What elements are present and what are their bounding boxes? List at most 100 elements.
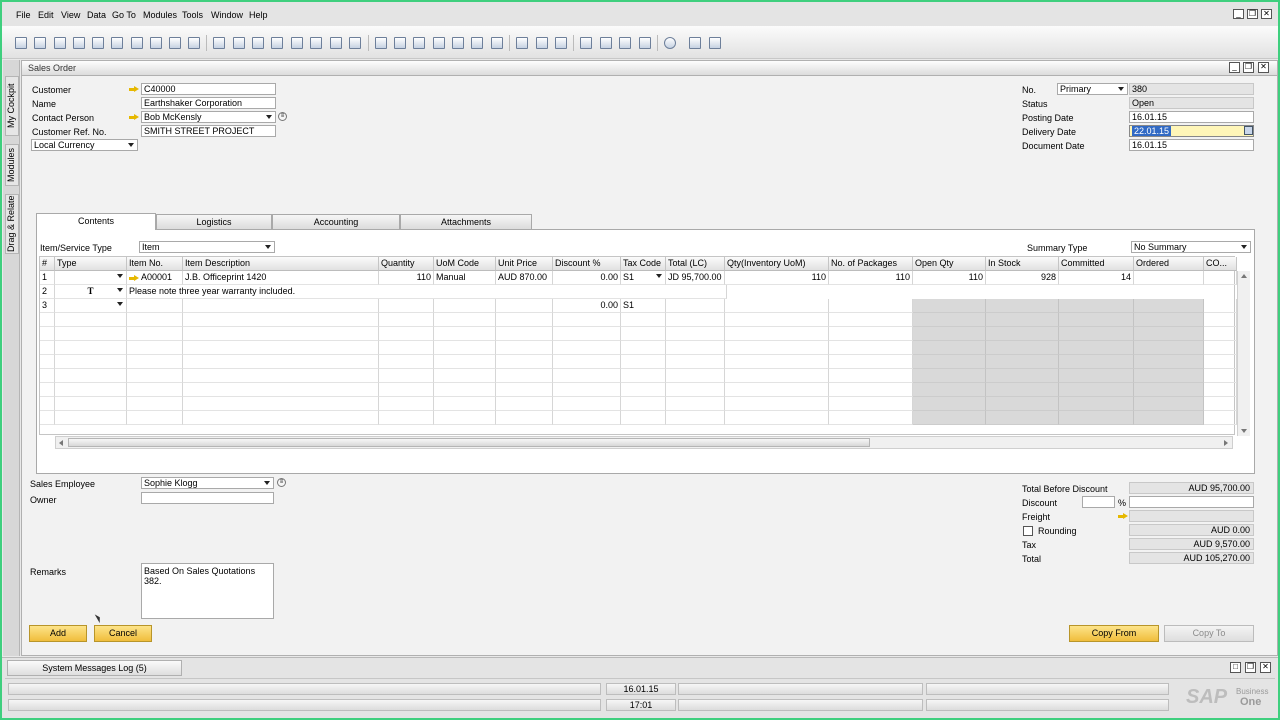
empty-cell[interactable] (553, 327, 621, 341)
empty-cell[interactable] (40, 397, 55, 411)
empty-cell[interactable] (621, 355, 666, 369)
empty-cell[interactable] (496, 397, 553, 411)
row-total-lc[interactable] (666, 299, 725, 313)
menu-goto[interactable]: Go To (112, 10, 136, 20)
tab-accounting[interactable]: Accounting (272, 214, 400, 230)
column-header-uom-code[interactable]: UoM Code (434, 257, 496, 271)
empty-cell[interactable] (986, 411, 1059, 425)
empty-cell[interactable] (725, 341, 829, 355)
row-item-description[interactable] (183, 299, 379, 313)
edit-icon[interactable] (516, 37, 528, 49)
empty-cell[interactable] (40, 327, 55, 341)
empty-cell[interactable] (621, 313, 666, 327)
empty-cell[interactable] (829, 341, 913, 355)
discount-amount-field[interactable] (1129, 496, 1254, 508)
column-header-co[interactable]: CO... (1204, 257, 1237, 271)
base-document-icon[interactable] (375, 37, 387, 49)
empty-cell[interactable] (379, 411, 434, 425)
empty-cell[interactable] (666, 341, 725, 355)
copy-from-button[interactable]: Copy From (1069, 625, 1159, 642)
empty-cell[interactable] (621, 383, 666, 397)
empty-cell[interactable] (913, 369, 986, 383)
row-type-dropdown[interactable] (55, 271, 127, 285)
empty-cell[interactable] (913, 341, 986, 355)
empty-cell[interactable] (666, 369, 725, 383)
empty-cell[interactable] (1134, 411, 1204, 425)
find-icon[interactable] (213, 37, 225, 49)
empty-cell[interactable] (55, 411, 127, 425)
empty-cell[interactable] (434, 411, 496, 425)
empty-cell[interactable] (666, 313, 725, 327)
empty-cell[interactable] (1204, 369, 1237, 383)
sms-icon[interactable] (73, 37, 85, 49)
scroll-down-icon[interactable] (1241, 429, 1247, 433)
empty-cell[interactable] (725, 313, 829, 327)
row-uom-code[interactable]: Manual (434, 271, 496, 285)
row-discount[interactable]: 0.00 (553, 299, 621, 313)
series-dropdown[interactable]: Primary (1057, 83, 1128, 95)
empty-cell[interactable] (829, 411, 913, 425)
item-service-type-dropdown[interactable]: Item (139, 241, 275, 253)
menu-window[interactable]: Window (211, 10, 243, 20)
menu-tools[interactable]: Tools (182, 10, 203, 20)
link-arrow-icon[interactable] (129, 275, 139, 282)
row-packages[interactable] (829, 299, 913, 313)
empty-cell[interactable] (496, 411, 553, 425)
empty-cell[interactable] (496, 369, 553, 383)
column-header-qty-inventory[interactable]: Qty(Inventory UoM) (725, 257, 829, 271)
row-discount[interactable]: 0.00 (553, 271, 621, 285)
empty-cell[interactable] (1204, 355, 1237, 369)
empty-cell[interactable] (379, 369, 434, 383)
empty-cell[interactable] (1059, 369, 1134, 383)
empty-cell[interactable] (1134, 327, 1204, 341)
empty-cell[interactable] (913, 355, 986, 369)
empty-cell[interactable] (913, 397, 986, 411)
document-icon[interactable] (536, 37, 548, 49)
customer-field[interactable]: C40000 (141, 83, 276, 95)
pdf-icon[interactable] (150, 37, 162, 49)
empty-cell[interactable] (829, 369, 913, 383)
user-menu-icon[interactable] (709, 37, 721, 49)
empty-cell[interactable] (40, 369, 55, 383)
empty-cell[interactable] (127, 383, 183, 397)
empty-cell[interactable] (913, 411, 986, 425)
calendar-picker-icon[interactable] (1244, 126, 1253, 135)
tab-contents[interactable]: Contents (36, 213, 156, 230)
empty-cell[interactable] (1134, 383, 1204, 397)
empty-cell[interactable] (666, 355, 725, 369)
empty-cell[interactable] (553, 411, 621, 425)
link-arrow-icon[interactable] (1118, 513, 1128, 520)
discount-percent-field[interactable] (1082, 496, 1115, 508)
empty-cell[interactable] (829, 397, 913, 411)
last-record-icon[interactable] (310, 37, 322, 49)
row-uom-code[interactable] (434, 299, 496, 313)
empty-cell[interactable] (1204, 327, 1237, 341)
first-record-icon[interactable] (252, 37, 264, 49)
tab-drag-relate[interactable]: Drag & Relate (5, 194, 19, 254)
empty-cell[interactable] (1059, 355, 1134, 369)
empty-cell[interactable] (1059, 341, 1134, 355)
text-line-icon[interactable]: T (55, 285, 127, 299)
currency-dropdown[interactable]: Local Currency (31, 139, 138, 151)
panel-restore-icon[interactable]: □ (1230, 662, 1241, 673)
row-quantity[interactable]: 110 (379, 271, 434, 285)
empty-cell[interactable] (666, 383, 725, 397)
empty-cell[interactable] (621, 369, 666, 383)
empty-cell[interactable] (1134, 341, 1204, 355)
menu-edit[interactable]: Edit (38, 10, 54, 20)
row-total-lc[interactable]: JD 95,700.00 (666, 271, 725, 285)
cancel-button[interactable]: Cancel (94, 625, 152, 642)
empty-cell[interactable] (1204, 341, 1237, 355)
empty-cell[interactable] (496, 355, 553, 369)
form-close-icon[interactable]: ✕ (1258, 62, 1269, 73)
empty-cell[interactable] (725, 383, 829, 397)
empty-cell[interactable] (553, 383, 621, 397)
empty-cell[interactable] (725, 397, 829, 411)
empty-cell[interactable] (55, 383, 127, 397)
empty-cell[interactable] (55, 355, 127, 369)
horizontal-scrollbar[interactable] (55, 436, 1233, 449)
empty-cell[interactable] (55, 313, 127, 327)
help-icon[interactable] (664, 37, 676, 49)
empty-cell[interactable] (434, 383, 496, 397)
word-icon[interactable] (131, 37, 143, 49)
